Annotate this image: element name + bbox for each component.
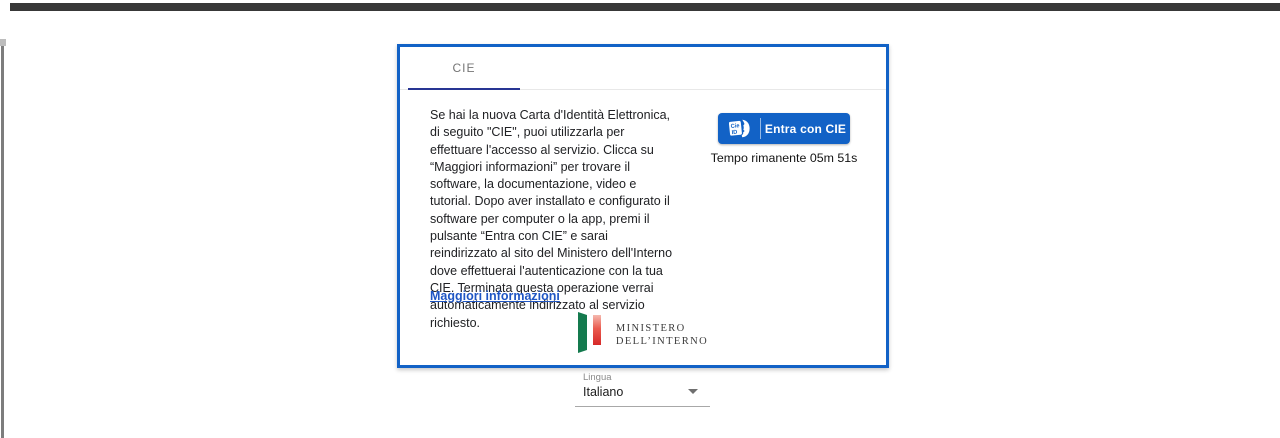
tab-cie[interactable]: CIE — [408, 47, 520, 89]
cie-id-logo-icon: Cie ID — [718, 118, 760, 139]
tab-cie-label: CIE — [452, 61, 475, 75]
tab-active-indicator — [408, 88, 520, 90]
ministry-name-line1: MINISTERO — [616, 323, 708, 336]
ministry-logo: MINISTERO DELL’INTERNO — [400, 312, 886, 359]
window-left-edge-cap — [0, 39, 6, 46]
tab-bar: CIE — [400, 47, 886, 90]
ministry-name: MINISTERO DELL’INTERNO — [616, 323, 708, 348]
chevron-down-icon — [688, 389, 698, 394]
more-info-link[interactable]: Maggiori informazioni — [430, 289, 560, 303]
page: CIE Se hai la nuova Carta d'Identità Ele… — [0, 0, 1280, 438]
svg-text:ID: ID — [731, 130, 737, 137]
entra-con-cie-button[interactable]: Cie ID Entra con CIE — [718, 113, 850, 144]
window-top-edge — [10, 3, 1280, 11]
ministry-name-line2: DELL’INTERNO — [616, 336, 708, 349]
window-left-edge — [1, 46, 4, 438]
language-select[interactable]: Lingua Italiano — [575, 372, 710, 407]
timer-text: Tempo rimanente 05m 51s — [688, 151, 880, 165]
cie-auth-card: CIE Se hai la nuova Carta d'Identità Ele… — [397, 44, 889, 368]
language-select-label: Lingua — [583, 372, 710, 383]
italian-flag-icon — [578, 312, 606, 359]
entra-con-cie-label: Entra con CIE — [761, 122, 850, 136]
